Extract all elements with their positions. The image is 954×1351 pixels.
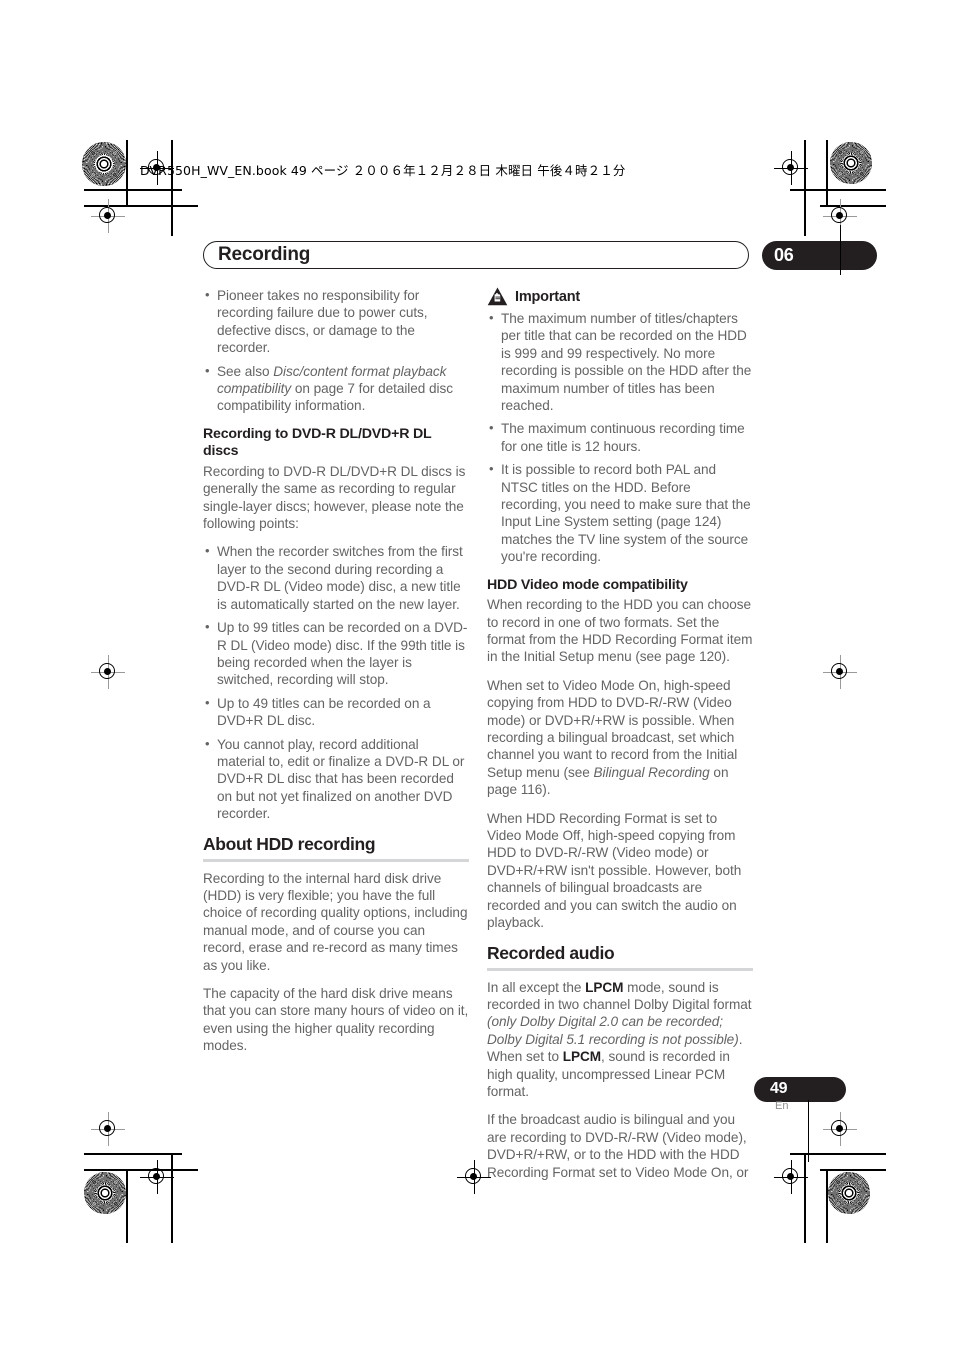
- crop-mark-top-right-horizontal: [790, 189, 886, 191]
- book-file-header: DVR550H_WV_EN.book 49 ページ ２００６年１２月２８日 木曜…: [140, 163, 626, 178]
- crop-mark-top-left-vertical: [171, 140, 173, 236]
- hdd-video-mode-paragraph-3: When HDD Recording Format is set to Vide…: [487, 810, 742, 931]
- section-heading-about-hdd-recording: About HDD recording: [203, 833, 376, 854]
- registration-mark-left-middle: [91, 655, 125, 689]
- dvd-r-dl-bullet-list: When the recorder switches from the firs…: [203, 542, 469, 823]
- list-item: The maximum number of titles/chapters pe…: [487, 309, 753, 414]
- list-item: The maximum continuous recording time fo…: [487, 419, 753, 455]
- subsection-heading-dvd-r-dl: Recording to DVD-R DL/DVD+R DL discs: [203, 425, 432, 460]
- hdd-video-mode-paragraph-1: When recording to the HDD you can choose…: [487, 597, 753, 665]
- section-heading-recorded-audio: Recorded audio: [487, 942, 615, 963]
- print-calibration-starburst-bottom-left: [84, 1172, 126, 1214]
- registration-mark-bottom-right-inner: [774, 1160, 808, 1194]
- crop-mark-bottom-left-vertical-2: [126, 1169, 128, 1243]
- crop-mark-top-left-horizontal: [84, 189, 182, 191]
- recorded-audio-paragraph-1: In all except the LPCM mode, sound is re…: [487, 979, 752, 1099]
- registration-mark-left-lower: [91, 1112, 125, 1146]
- section-divider: [203, 858, 469, 862]
- important-label: Important: [515, 288, 581, 305]
- crop-mark-top-right-vertical-2: [826, 140, 828, 206]
- section-divider: [487, 967, 753, 971]
- subsection-heading-hdd-video-mode: HDD Video mode compatibility: [487, 576, 688, 593]
- registration-mark-bottom-center: [457, 1160, 491, 1194]
- registration-mark-left-upper: [91, 199, 125, 233]
- registration-mark-right-lower: [823, 1112, 857, 1146]
- chapter-pill-tick-mark: [840, 225, 841, 275]
- hdd-video-mode-paragraph-2: When set to Video Mode On, high-speed co…: [487, 677, 738, 798]
- important-callout-header: Important: [487, 287, 753, 306]
- crop-mark-bottom-right-vertical: [804, 1153, 806, 1243]
- crop-mark-bottom-left-vertical: [171, 1153, 173, 1243]
- crop-mark-bottom-right-horizontal-2: [820, 1169, 886, 1171]
- page-title: Recording: [218, 244, 311, 265]
- subsection-intro-paragraph: Recording to DVD-R DL/DVD+R DL discs is …: [203, 463, 466, 532]
- crop-mark-bottom-right-vertical-2: [826, 1169, 828, 1243]
- important-bullet-list: The maximum number of titles/chapters pe…: [487, 309, 753, 566]
- left-column: Pioneer takes no responsibility for reco…: [203, 286, 469, 1066]
- right-column: Important The maximum number of titles/c…: [487, 287, 753, 1192]
- list-item: Pioneer takes no responsibility for reco…: [203, 286, 469, 357]
- page-pill-tick-mark: [808, 1100, 809, 1162]
- warning-triangle-hand-icon: [487, 287, 508, 306]
- intro-bullet-list: Pioneer takes no responsibility for reco…: [203, 286, 469, 415]
- crop-mark-bottom-right-horizontal: [790, 1153, 886, 1155]
- list-item: Up to 49 titles can be recorded on a DVD…: [203, 694, 469, 730]
- list-item: It is possible to record both PAL and NT…: [487, 460, 753, 565]
- page-number-pill: [754, 1077, 846, 1102]
- crop-mark-top-right-horizontal-2: [820, 205, 886, 207]
- list-item: See also Disc/content format playback co…: [203, 362, 469, 415]
- print-calibration-starburst-top-left: [82, 142, 126, 186]
- list-item: Up to 99 titles can be recorded on a DVD…: [203, 618, 469, 689]
- registration-mark-bottom-left-inner: [140, 1160, 174, 1194]
- list-item: When the recorder switches from the firs…: [203, 542, 469, 613]
- crop-mark-top-left-horizontal-2: [84, 205, 198, 207]
- registration-mark-right-middle: [823, 655, 857, 689]
- print-calibration-starburst-top-right: [830, 142, 872, 184]
- crop-mark-bottom-left-horizontal: [84, 1153, 182, 1155]
- print-calibration-starburst-bottom-right: [828, 1172, 870, 1214]
- recorded-audio-paragraph-2: If the broadcast audio is bilingual and …: [487, 1112, 749, 1180]
- list-item: You cannot play, record additional mater…: [203, 735, 469, 823]
- crop-mark-top-right-vertical: [804, 140, 806, 236]
- page-number: 49: [770, 1080, 788, 1097]
- chapter-number: 06: [774, 245, 794, 265]
- crop-mark-top-left-vertical-2: [126, 140, 128, 206]
- about-hdd-paragraph-2: The capacity of the hard disk drive mean…: [203, 986, 469, 1054]
- crop-mark-bottom-left-horizontal-2: [84, 1169, 198, 1171]
- page-language-code: En: [775, 1100, 789, 1112]
- about-hdd-paragraph-1: Recording to the internal hard disk driv…: [203, 870, 468, 973]
- registration-mark-top-right-inner: [774, 151, 808, 185]
